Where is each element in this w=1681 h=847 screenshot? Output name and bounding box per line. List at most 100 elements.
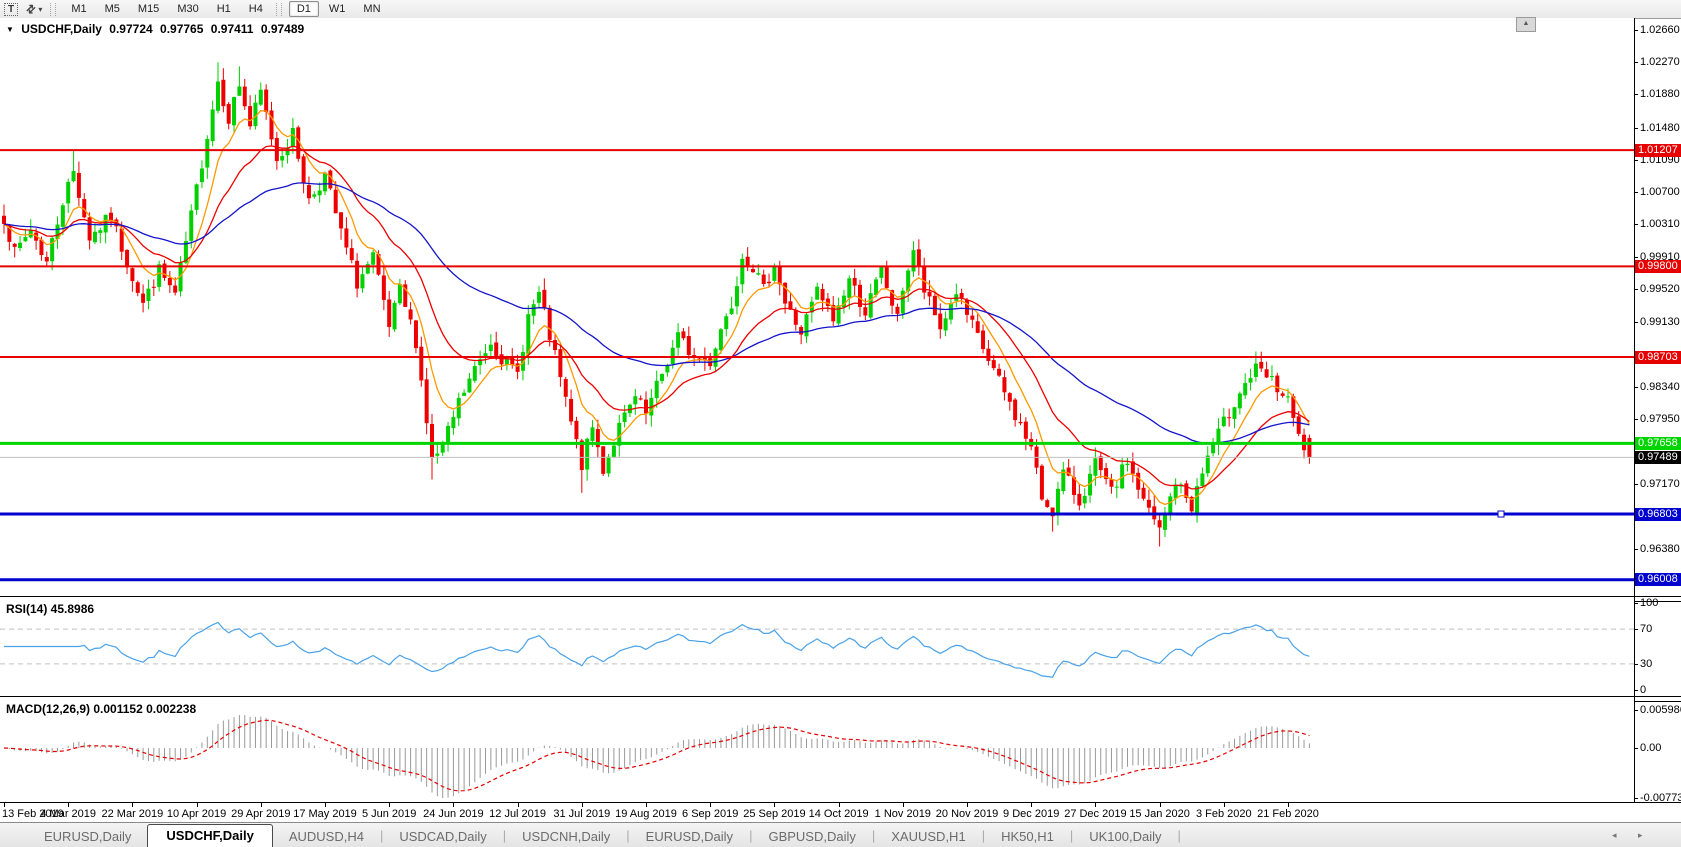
candle-body	[772, 267, 776, 281]
rsi-panel	[0, 600, 1634, 696]
candle-body	[1109, 479, 1113, 486]
tab-audusd-h4-2[interactable]: AUDUSD,H4	[273, 826, 380, 847]
date-tick	[903, 803, 904, 807]
timeframe-button-m30[interactable]: M30	[169, 1, 206, 17]
rsi-tick	[1634, 603, 1638, 604]
price-tick	[1634, 549, 1638, 550]
candle-body	[1265, 369, 1269, 377]
timeframe-button-mn[interactable]: MN	[355, 1, 388, 17]
arrows-icon: ⇅	[23, 1, 39, 17]
tab-scroll-left-button[interactable]: ◂	[1612, 830, 1617, 841]
text-tool-icon: T	[4, 3, 18, 16]
candle-body	[853, 278, 857, 286]
candle-body	[45, 257, 49, 261]
candle-body	[1249, 378, 1253, 382]
candle-body	[1238, 393, 1242, 408]
date-axis[interactable]: 13 Feb 20194 Mar 201922 Mar 201910 Apr 2…	[0, 802, 1681, 822]
candle-body	[494, 342, 498, 356]
timeframe-button-h1[interactable]: H1	[209, 1, 239, 17]
candle-body	[751, 269, 755, 272]
candle-body	[344, 228, 348, 247]
date-tick	[710, 803, 711, 807]
tab-separator: |	[1177, 828, 1180, 847]
candle-body	[446, 426, 450, 443]
tab-xauusd-h1-7[interactable]: XAUUSD,H1	[875, 826, 981, 847]
rsi-canvas[interactable]	[0, 600, 1634, 696]
tab-gbpusd-daily-6[interactable]: GBPUSD,Daily	[752, 826, 871, 847]
timeframe-button-m5[interactable]: M5	[97, 1, 128, 17]
candle-body	[633, 396, 637, 404]
tab-eurusd-daily-5[interactable]: EURUSD,Daily	[630, 826, 749, 847]
main-chart-canvas[interactable]	[0, 18, 1634, 596]
macd-tick	[1634, 798, 1638, 799]
chevron-down-icon: ▾	[38, 5, 42, 14]
candle-body	[676, 332, 680, 348]
date-label: 31 Jul 2019	[553, 808, 610, 820]
candle-body	[767, 282, 771, 283]
timeframe-button-d1[interactable]: D1	[289, 1, 319, 17]
timeframe-button-w1[interactable]: W1	[321, 1, 354, 17]
candle-body	[505, 359, 509, 365]
candle-body	[248, 106, 252, 126]
candle-body	[612, 446, 616, 457]
cursor-mode-button[interactable]: ⇅ ▾	[22, 1, 46, 17]
candle-body	[125, 250, 129, 268]
candle-body	[259, 90, 263, 105]
rsi-tick-label: 0	[1640, 684, 1646, 696]
candle-body	[548, 308, 552, 340]
tab-uk100-daily-9[interactable]: UK100,Daily	[1073, 826, 1177, 847]
tab-usdcnh-daily-4[interactable]: USDCNH,Daily	[506, 826, 626, 847]
candle-body	[425, 379, 429, 423]
date-tick	[132, 803, 133, 807]
candle-body	[323, 173, 327, 192]
timeframe-button-h4[interactable]: H4	[241, 1, 271, 17]
date-tick	[389, 803, 390, 807]
candle-body	[200, 169, 204, 183]
date-label: 10 Apr 2019	[167, 808, 226, 820]
date-label: 12 Jul 2019	[489, 808, 546, 820]
candle-body	[189, 211, 193, 241]
candle-body	[1083, 496, 1087, 503]
date-label: 29 Apr 2019	[231, 808, 290, 820]
price-tick-label: 0.97170	[1640, 478, 1680, 490]
timeframe-button-m1[interactable]: M1	[63, 1, 94, 17]
date-label: 9 Dec 2019	[1003, 808, 1059, 820]
text-tool-button[interactable]: T	[0, 1, 22, 17]
price-badge-0.97489: 0.97489	[1635, 451, 1681, 464]
candle-body	[157, 264, 161, 287]
candle-body	[13, 244, 17, 247]
price-tick	[1634, 128, 1638, 129]
candle-body	[168, 278, 172, 285]
candle-body	[72, 171, 76, 181]
candle-body	[280, 156, 284, 160]
price-tick-label: 1.01880	[1640, 88, 1680, 100]
macd-signal-line	[4, 720, 1309, 791]
timeframe-button-m15[interactable]: M15	[130, 1, 167, 17]
tab-usdcad-daily-3[interactable]: USDCAD,Daily	[383, 826, 502, 847]
collapse-triangle-icon[interactable]: ▼	[6, 25, 14, 34]
hline-handle[interactable]	[1498, 511, 1504, 517]
candle-body	[318, 190, 322, 195]
tab-eurusd-daily-0[interactable]: EURUSD,Daily	[28, 826, 147, 847]
candle-body	[23, 237, 27, 241]
candle-body	[451, 417, 455, 428]
tab-hk50-h1-8[interactable]: HK50,H1	[985, 826, 1070, 847]
date-label: 17 May 2019	[293, 808, 357, 820]
candle-body	[558, 349, 562, 377]
candle-body	[928, 292, 932, 297]
candle-body	[130, 268, 134, 281]
candle-body	[1136, 473, 1140, 490]
macd-canvas[interactable]	[0, 700, 1634, 802]
price-badge-0.99800: 0.99800	[1635, 260, 1681, 273]
date-label: 5 Jun 2019	[362, 808, 416, 820]
price-tick-label: 1.01480	[1640, 122, 1680, 134]
candle-body	[1211, 445, 1215, 454]
candle-body	[607, 457, 611, 474]
scroll-up-icon[interactable]: ▲	[1516, 17, 1536, 32]
tab-scroll-right-button[interactable]: ▸	[1638, 830, 1643, 841]
tab-usdchf-daily-1[interactable]: USDCHF,Daily	[147, 824, 272, 847]
candle-body	[1126, 464, 1130, 465]
date-label: 6 Sep 2019	[682, 808, 738, 820]
price-tick-label: 0.99520	[1640, 283, 1680, 295]
candle-body	[623, 412, 627, 422]
